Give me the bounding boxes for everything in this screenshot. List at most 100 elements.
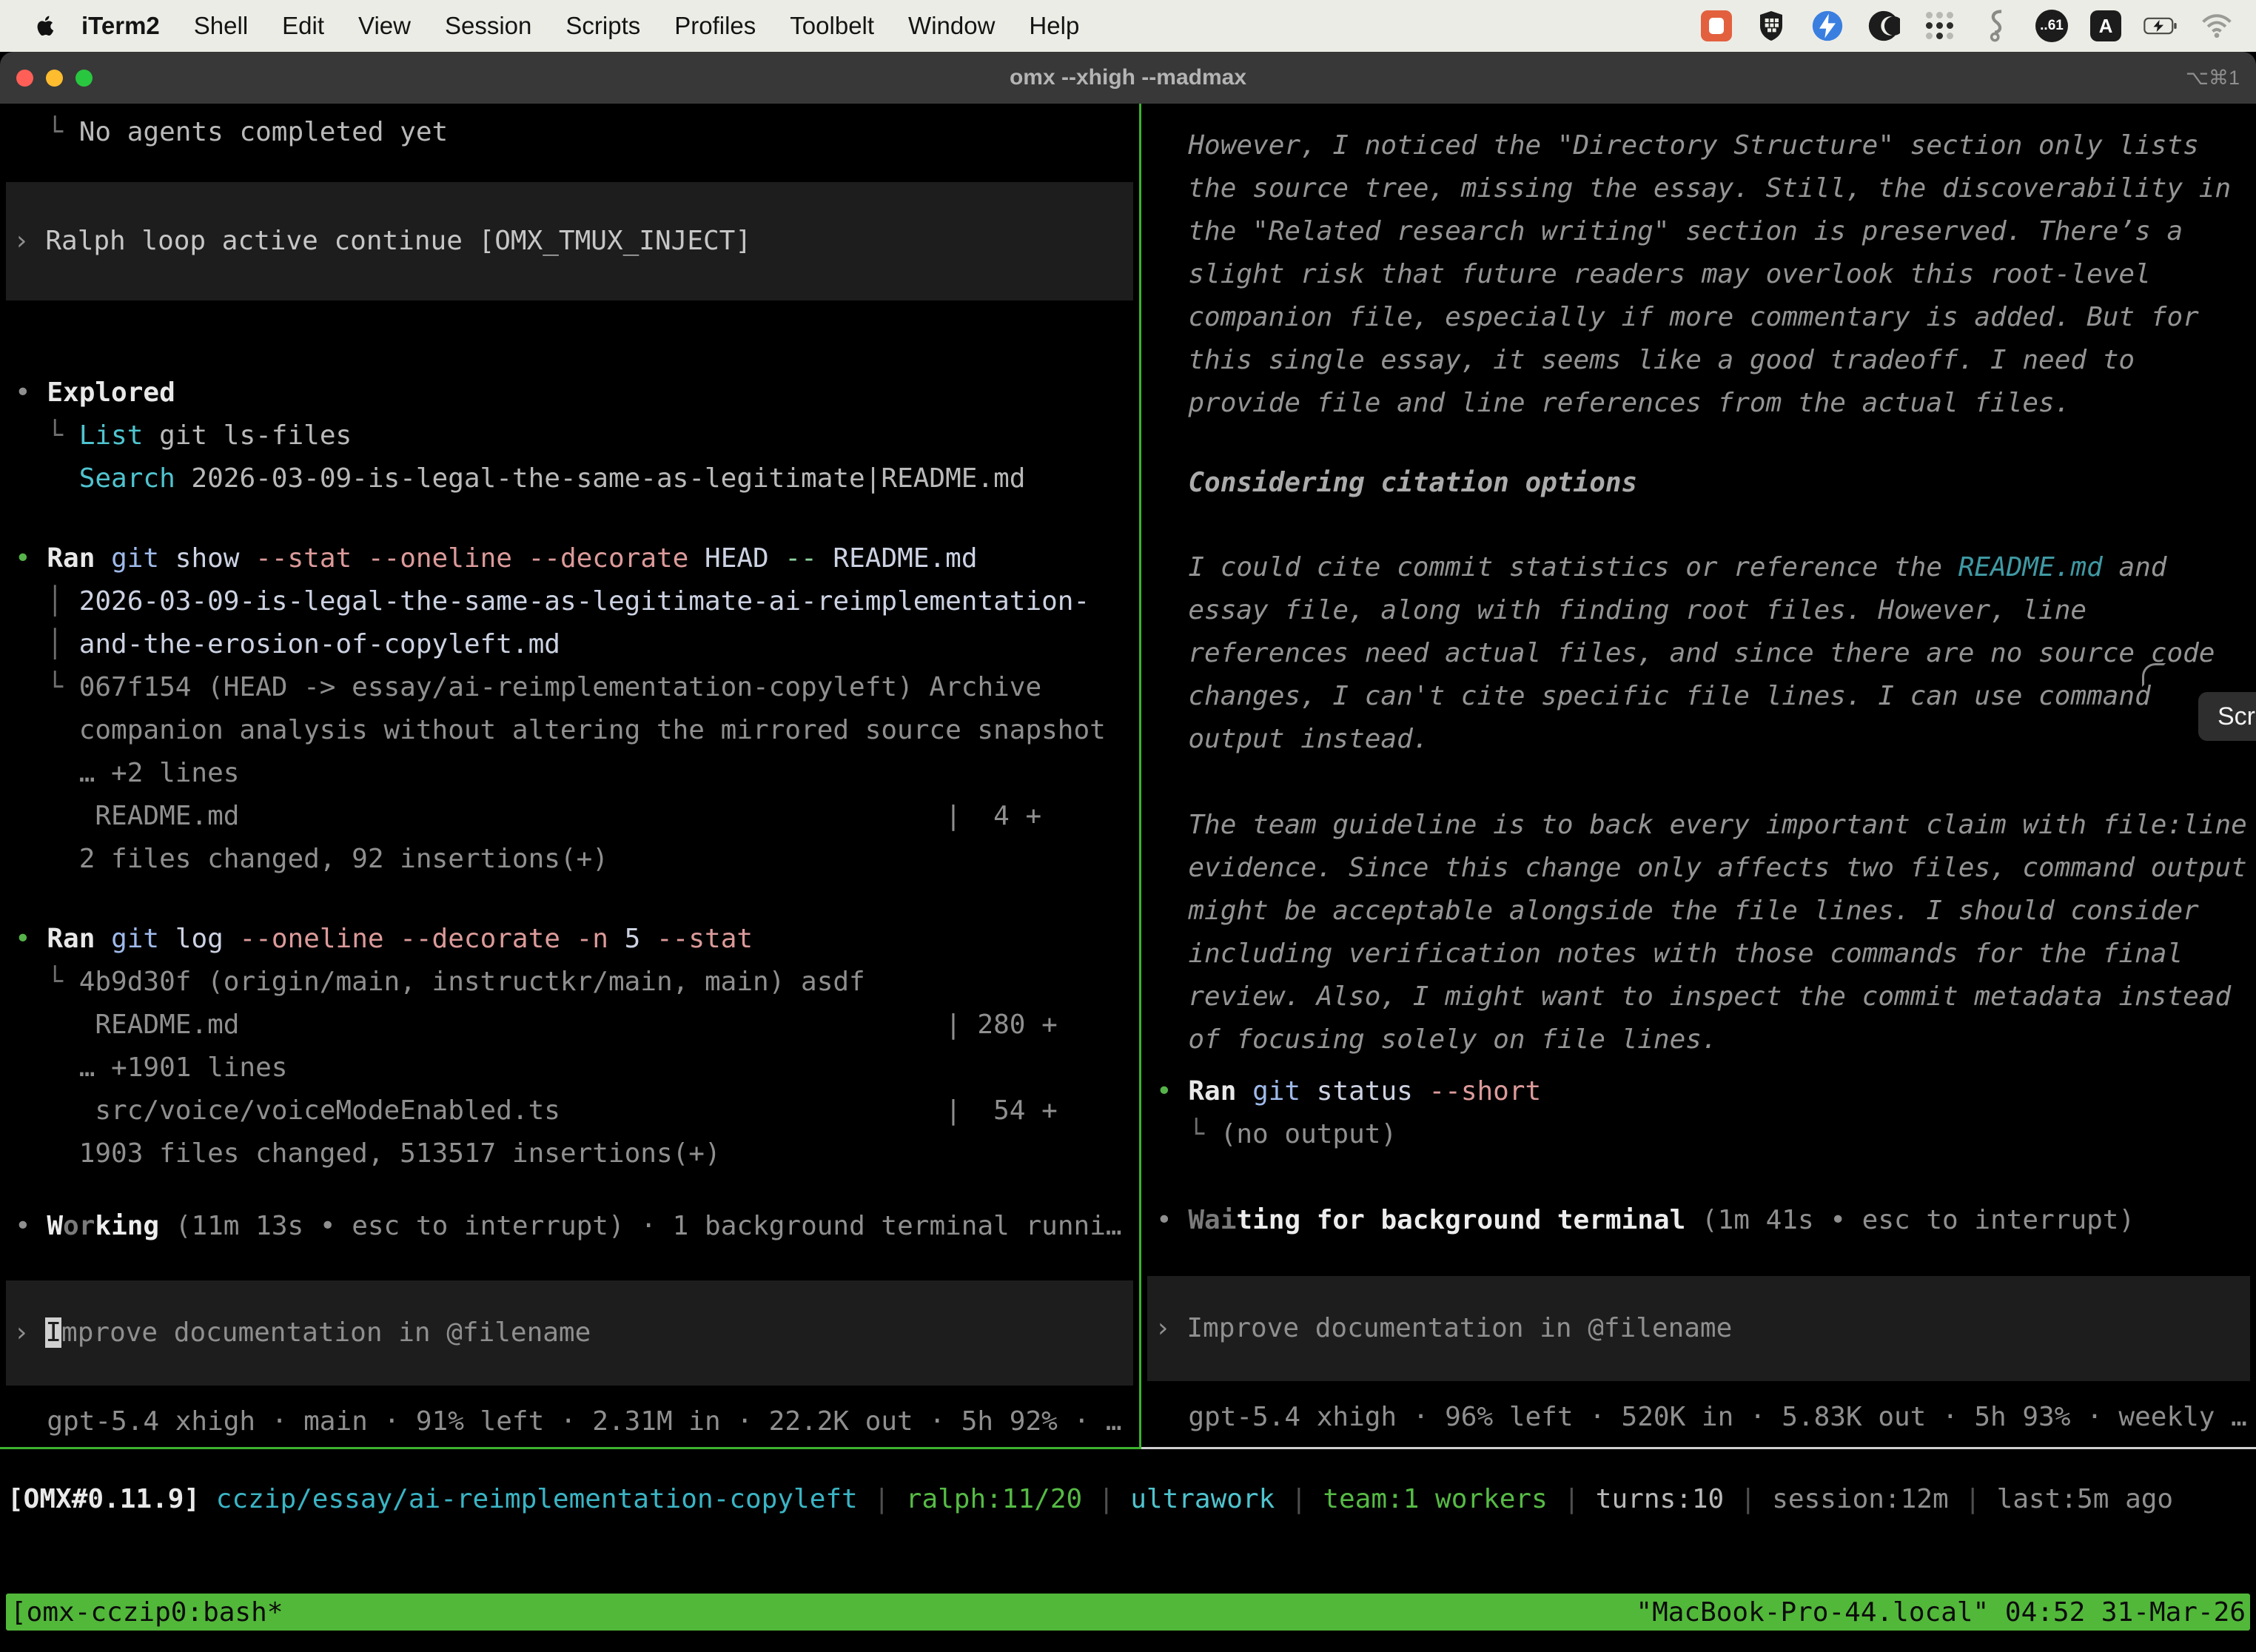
terminal-line: this single essay, it seems like a good … (1156, 339, 2256, 382)
terminal: └ No agents completed yet › Ralph loop ac… (0, 104, 2256, 1643)
text-segment: including verification notes with those … (1156, 939, 2183, 969)
terminal-line: I could cite commit statistics or refere… (1156, 546, 2256, 589)
text-segment: mprove documentation in @filename (61, 1317, 591, 1348)
tmux-session-label: [omx-cczip0:bash* (10, 1597, 283, 1628)
shield-grid-icon[interactable] (1754, 9, 1788, 43)
terminal-line: the source tree, missing the essay. Stil… (1156, 167, 2256, 210)
terminal-line: companion file, especially if more comme… (1156, 296, 2256, 339)
text-segment: • (15, 377, 47, 408)
dots-grid-icon[interactable] (1923, 9, 1957, 43)
text-segment: Search (15, 463, 175, 494)
text-segment: 067f154 (HEAD -> essay/ai-reimplementati… (79, 672, 1041, 702)
terminal-line: └ (no output) (1156, 1113, 2256, 1156)
terminal-window: omx --xhigh --madmax ⌥⌘1 └ No agents com… (0, 52, 2256, 1643)
text-segment: List (79, 420, 144, 451)
menu-item-profiles[interactable]: Profiles (674, 12, 756, 40)
text-segment: cczip/essay/ai-reimplementation-copyleft (200, 1484, 858, 1514)
menu-item-iterm2[interactable]: iTerm2 (81, 12, 160, 40)
terminal-line: • Waiting for background terminal (1m 41… (1156, 1199, 2256, 1242)
spacer (1156, 761, 2256, 804)
text-segment: [OMX#0.11.9] (7, 1484, 200, 1514)
menu-item-scripts[interactable]: Scripts (565, 12, 640, 40)
ralph-loop-banner-text: › Ralph loop active continue [OMX_TMUX_I… (13, 220, 751, 263)
menu-items: iTerm2 Shell Edit View Session Scripts Profile… (81, 12, 1079, 40)
pie-chart-icon[interactable] (1867, 9, 1901, 43)
text-segment: 2 files changed, 92 insertions(+) (15, 844, 608, 874)
text-segment: of focusing solely on file lines. (1156, 1024, 1718, 1055)
terminal-line: including verification notes with those … (1156, 933, 2256, 976)
menu-item-edit[interactable]: Edit (282, 12, 324, 40)
text-segment: | (1724, 1484, 1772, 1514)
panes: └ No agents completed yet › Ralph loop ac… (0, 104, 2256, 1449)
text-segment: W (47, 1211, 63, 1241)
menu-bar-status: ..61 A (1701, 9, 2234, 43)
text-segment: references need actual files, and since … (1156, 638, 2215, 668)
menu-item-window[interactable]: Window (908, 12, 995, 40)
text-segment: git (95, 924, 159, 954)
screen-recording-icon[interactable] (1701, 10, 1732, 41)
terminal-line: essay file, along with finding root file… (1156, 589, 2256, 632)
text-segment: --oneline --decorate -n (224, 924, 608, 954)
terminal-line: └ No agents completed yet (15, 111, 1139, 154)
text-segment: slight risk that future readers may over… (1156, 259, 2151, 289)
text-segment: The team guideline is to back every impo… (1156, 810, 2247, 840)
wifi-icon[interactable] (2200, 9, 2234, 43)
text-segment: companion file, especially if more comme… (1156, 302, 2199, 332)
terminal-line: gpt-5.4 xhigh · 96% left · 520K in · 5.8… (1156, 1396, 2256, 1439)
tmux-host-clock: "MacBook-Pro-44.local" 04:52 31-Mar-26 (1636, 1597, 2246, 1628)
menu-item-shell[interactable]: Shell (194, 12, 248, 40)
text-segment: output instead. (1156, 724, 1429, 754)
terminal-line: └ 067f154 (HEAD -> essay/ai-reimplementa… (15, 666, 1139, 709)
right-pane[interactable]: Scre However, I noticed the "Directory S… (1141, 104, 2256, 1449)
keyboard-layout-icon[interactable]: A (2090, 10, 2121, 41)
terminal-line: evidence. Since this change only affects… (1156, 847, 2256, 890)
window-shortcut: ⌥⌘1 (2186, 67, 2240, 90)
text-segment: status (1300, 1076, 1413, 1107)
terminal-line: references need actual files, and since … (1156, 632, 2256, 675)
text-segment: git (1236, 1076, 1300, 1107)
terminal-line: └ 4b9d30f (origin/main, instructkr/main,… (15, 961, 1139, 1004)
battery-icon[interactable] (2143, 9, 2178, 43)
terminal-line: gpt-5.4 xhigh · main · 91% left · 2.31M … (15, 1400, 1139, 1443)
terminal-line: provide file and line references from th… (1156, 382, 2256, 425)
terminal-line: • Explored (15, 372, 1139, 414)
text-segment: show (159, 543, 239, 574)
terminal-line: 2 files changed, 92 insertions(+) (15, 838, 1139, 881)
prompt-input-right[interactable]: › Improve documentation in @filename (1147, 1276, 2250, 1381)
menu-item-help[interactable]: Help (1029, 12, 1079, 40)
terminal-line: └ List git ls-files (15, 414, 1139, 457)
text-segment: (no output) (1221, 1119, 1397, 1149)
terminal-line: │ 2026-03-09-is-legal-the-same-as-legiti… (15, 580, 1139, 623)
text-segment: └ (15, 117, 79, 147)
menu-item-view[interactable]: View (358, 12, 411, 40)
text-segment: ultrawork (1130, 1484, 1275, 1514)
count-badge-icon[interactable]: ..61 (2035, 10, 2068, 42)
terminal-line: … +2 lines (15, 752, 1139, 795)
spacer (1156, 1242, 2256, 1276)
spacer (1156, 111, 2256, 124)
text-segment: -- (769, 543, 817, 574)
text-segment: › (13, 226, 45, 256)
text-segment: Ran (47, 543, 95, 574)
text-segment: turns:10 (1596, 1484, 1724, 1514)
text-segment: › (13, 1317, 45, 1348)
title-bar[interactable]: omx --xhigh --madmax ⌥⌘1 (0, 52, 2256, 104)
terminal-line: • Ran git status --short (1156, 1070, 2256, 1113)
menu-item-session[interactable]: Session (445, 12, 531, 40)
left-pane[interactable]: └ No agents completed yet › Ralph loop ac… (0, 104, 1139, 1449)
spacer (15, 1175, 1139, 1205)
text-segment: › Improve documentation in @filename (1155, 1313, 1732, 1343)
apple-menu-icon[interactable] (33, 11, 62, 41)
text-segment: • (15, 1211, 47, 1241)
squiggle-icon[interactable] (1979, 9, 2013, 43)
text-segment: (11m 13s • esc to interrupt) · 1 backgro… (159, 1211, 1121, 1241)
text-segment: README.md (1958, 552, 2103, 582)
terminal-line: README.md | 4 + (15, 795, 1139, 838)
window-title: omx --xhigh --madmax (0, 65, 2256, 90)
text-segment: gpt-5.4 xhigh · 96% left · 520K in · 5.8… (1156, 1402, 2247, 1432)
lightning-hexagon-icon[interactable] (1810, 9, 1844, 43)
spacer (15, 1248, 1139, 1280)
prompt-input-left[interactable]: › Improve documentation in @filename (6, 1280, 1133, 1386)
spacer (15, 154, 1139, 182)
menu-item-toolbelt[interactable]: Toolbelt (790, 12, 874, 40)
